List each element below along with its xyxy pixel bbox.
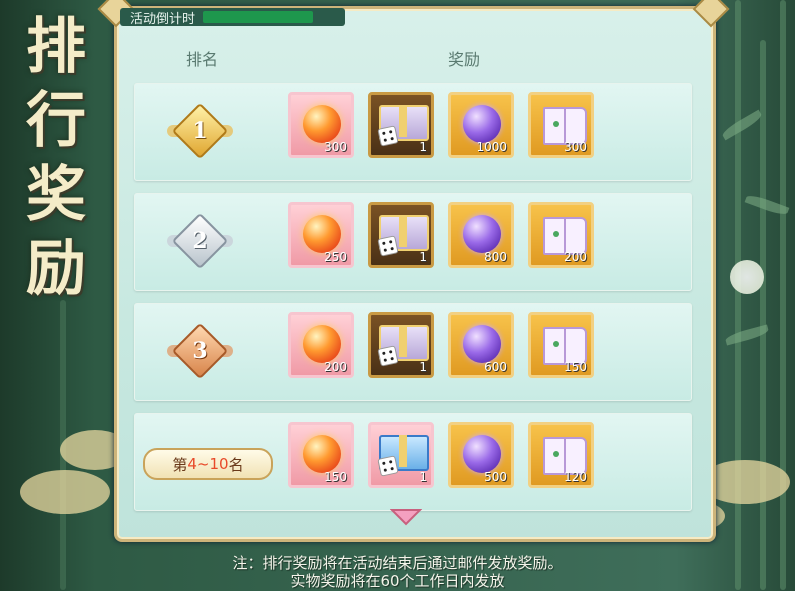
rank-number: 2 bbox=[192, 228, 208, 254]
rank-suffix: 名 bbox=[228, 455, 244, 474]
rank-row-3: 3 200 1 600 150 bbox=[134, 303, 692, 401]
reward-book-item[interactable]: 200 bbox=[528, 202, 594, 268]
rank-badge-silver: 2 bbox=[165, 212, 235, 270]
note-line-2: 实物奖励将在60个工作日内发放 bbox=[290, 572, 505, 590]
rank-range: 4~10 bbox=[187, 455, 229, 473]
item-quantity: 1000 bbox=[476, 140, 507, 154]
countdown-value-obscured bbox=[203, 11, 314, 23]
reward-crystal-item[interactable]: 500 bbox=[448, 422, 514, 488]
rank-badge-bronze: 3 bbox=[165, 322, 235, 380]
reward-giftbox-item[interactable]: 1 bbox=[368, 422, 434, 488]
reward-orb-item[interactable]: 250 bbox=[288, 202, 354, 268]
item-quantity: 1 bbox=[419, 140, 427, 154]
reward-giftbox-item[interactable]: 1 bbox=[368, 92, 434, 158]
purple-crystal-icon bbox=[463, 105, 501, 143]
red-orb-icon bbox=[303, 325, 341, 363]
item-quantity: 250 bbox=[324, 250, 347, 264]
item-quantity: 1 bbox=[419, 250, 427, 264]
purple-crystal-icon bbox=[463, 325, 501, 363]
dice-icon bbox=[377, 455, 399, 477]
reward-crystal-item[interactable]: 1000 bbox=[448, 92, 514, 158]
rank-badge-gold: 1 bbox=[165, 102, 235, 160]
reward-crystal-item[interactable]: 800 bbox=[448, 202, 514, 268]
item-quantity: 200 bbox=[324, 360, 347, 374]
purple-crystal-icon bbox=[463, 435, 501, 473]
rank-prefix: 第 bbox=[172, 455, 188, 474]
reward-giftbox-item[interactable]: 1 bbox=[368, 202, 434, 268]
purple-crystal-icon bbox=[463, 215, 501, 253]
rank-range-label: 第 4~10 名 bbox=[143, 448, 273, 480]
item-quantity: 1 bbox=[419, 470, 427, 484]
reward-book-item[interactable]: 120 bbox=[528, 422, 594, 488]
header-rank: 排名 bbox=[186, 50, 219, 69]
item-quantity: 150 bbox=[564, 360, 587, 374]
side-title: 排 行 奖 励 bbox=[6, 10, 106, 306]
reward-orb-item[interactable]: 300 bbox=[288, 92, 354, 158]
side-title-char: 奖 bbox=[26, 160, 86, 230]
dice-icon bbox=[377, 125, 399, 147]
item-quantity: 200 bbox=[564, 250, 587, 264]
rank-row-1: 1 300 1 1000 300 bbox=[134, 83, 692, 181]
header-reward: 奖励 bbox=[448, 50, 481, 69]
reward-giftbox-item[interactable]: 1 bbox=[368, 312, 434, 378]
side-title-char: 排 bbox=[26, 12, 86, 82]
red-orb-icon bbox=[303, 215, 341, 253]
item-quantity: 120 bbox=[564, 470, 587, 484]
reward-book-item[interactable]: 300 bbox=[528, 92, 594, 158]
countdown-bar: 活动倒计时 bbox=[120, 8, 345, 27]
red-orb-icon bbox=[303, 435, 341, 473]
item-quantity: 500 bbox=[484, 470, 507, 484]
rank-row-4-10: 第 4~10 名 150 1 500 120 bbox=[134, 413, 692, 511]
rank-number: 1 bbox=[192, 118, 208, 144]
item-quantity: 150 bbox=[324, 470, 347, 484]
item-quantity: 600 bbox=[484, 360, 507, 374]
reward-crystal-item[interactable]: 600 bbox=[448, 312, 514, 378]
reward-orb-item[interactable]: 150 bbox=[288, 422, 354, 488]
reward-orb-item[interactable]: 200 bbox=[288, 312, 354, 378]
red-orb-icon bbox=[303, 105, 341, 143]
item-quantity: 800 bbox=[484, 250, 507, 264]
rank-number: 3 bbox=[192, 338, 208, 364]
item-quantity: 300 bbox=[564, 140, 587, 154]
countdown-label: 活动倒计时 bbox=[130, 11, 196, 27]
side-title-char: 励 bbox=[26, 234, 86, 304]
side-title-char: 行 bbox=[26, 86, 86, 156]
dice-icon bbox=[377, 235, 399, 257]
item-quantity: 1 bbox=[419, 360, 427, 374]
item-quantity: 300 bbox=[324, 140, 347, 154]
reward-book-item[interactable]: 150 bbox=[528, 312, 594, 378]
rank-row-2: 2 250 1 800 200 bbox=[134, 193, 692, 291]
scroll-down-arrow-icon[interactable] bbox=[390, 508, 422, 528]
dice-icon bbox=[377, 345, 399, 367]
